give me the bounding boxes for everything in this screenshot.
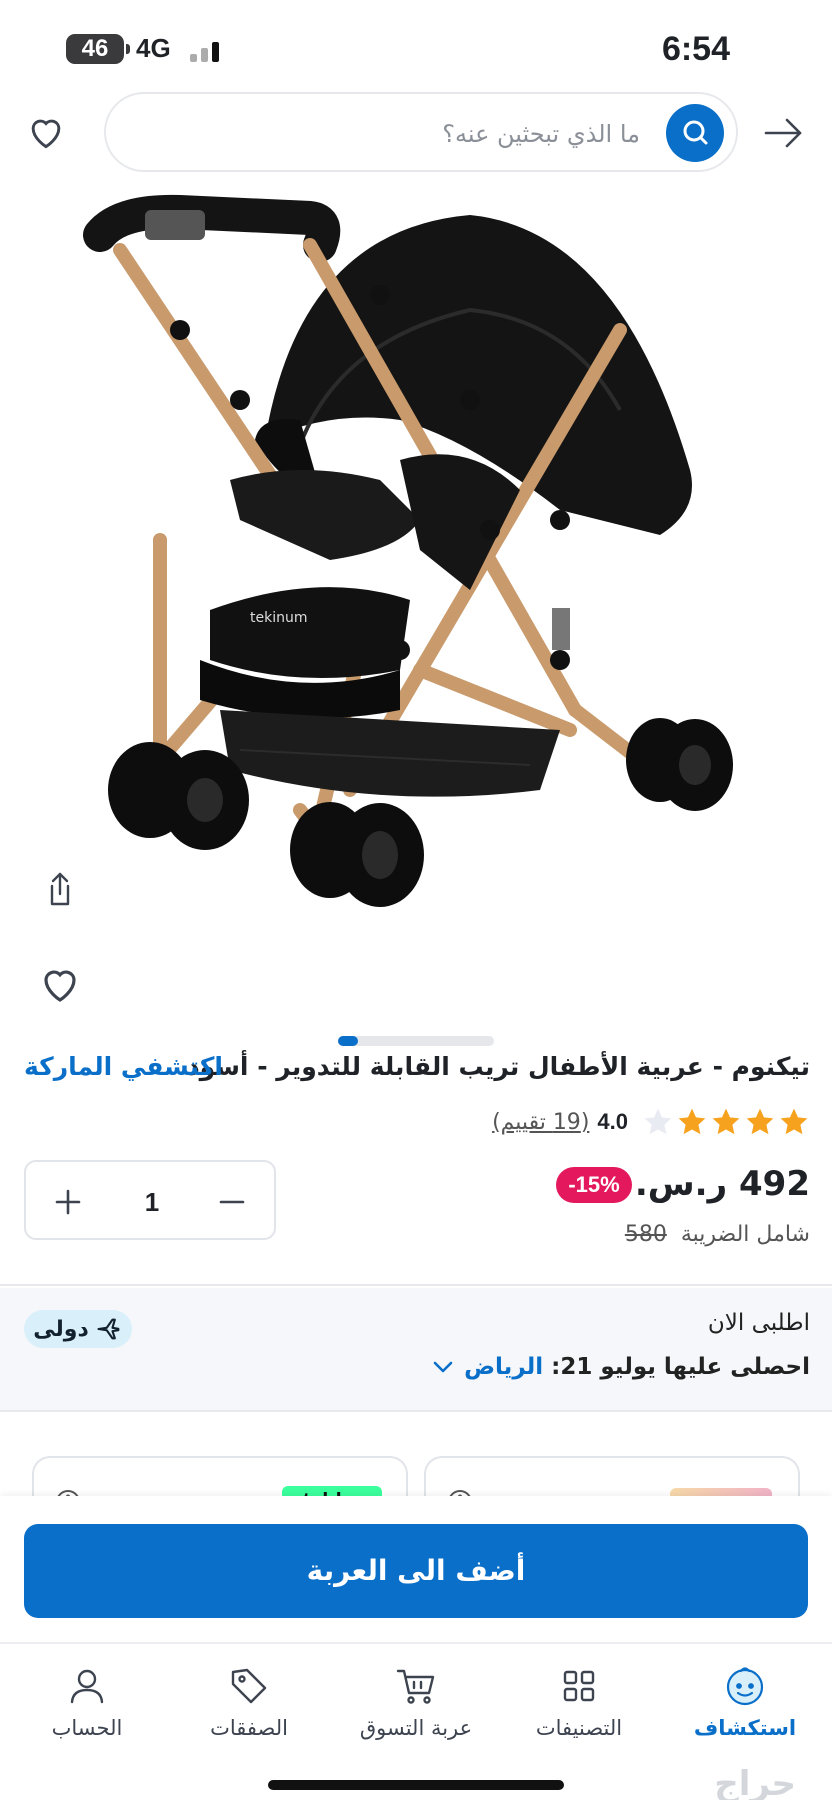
clock: 6:54 bbox=[661, 30, 730, 68]
home-indicator bbox=[268, 1780, 564, 1790]
nav-item-cart[interactable]: عربة التسوق bbox=[333, 1654, 499, 1754]
star-filled-icon bbox=[780, 1108, 808, 1135]
divider bbox=[0, 1284, 832, 1286]
search-bar bbox=[104, 92, 738, 172]
discount-badge: -15% bbox=[556, 1167, 632, 1203]
heart-icon[interactable] bbox=[36, 960, 84, 1008]
rating-value: 4.0 bbox=[597, 1109, 628, 1134]
carousel-indicator bbox=[338, 1036, 494, 1046]
nav-item-categories[interactable]: التصنيفات bbox=[496, 1654, 662, 1754]
share-icon[interactable] bbox=[36, 866, 84, 914]
nav-label-cart: عربة التسوق bbox=[359, 1716, 473, 1740]
discover-brand-link[interactable]: اكتشفي الماركة bbox=[24, 1052, 223, 1081]
explore-face-icon bbox=[726, 1667, 764, 1706]
minus-icon[interactable] bbox=[210, 1180, 254, 1224]
user-icon bbox=[70, 1669, 104, 1704]
old-price-row: شامل الضريبة 580 bbox=[625, 1222, 810, 1247]
stroller-brand-mark: tekinum bbox=[250, 610, 307, 626]
delivery-city[interactable]: الرياض bbox=[464, 1354, 543, 1380]
haraj-watermark: حراج bbox=[714, 1764, 796, 1800]
tag-icon bbox=[231, 1668, 267, 1704]
star-filled-icon bbox=[678, 1108, 706, 1135]
divider bbox=[0, 1410, 832, 1412]
search-button[interactable] bbox=[666, 104, 724, 162]
cart-icon bbox=[396, 1669, 435, 1704]
rating-row[interactable]: 4.0 (19 تقييم) bbox=[492, 1104, 810, 1140]
airplane-icon bbox=[97, 1318, 120, 1340]
delivery-estimate[interactable]: احصلى عليها يوليو 21: الرياض bbox=[430, 1354, 810, 1380]
nav-label-deals: الصفقات bbox=[210, 1716, 288, 1740]
quantity-stepper: 1 bbox=[24, 1160, 276, 1240]
international-badge: دولى bbox=[24, 1310, 132, 1348]
price: 492 ر.س. bbox=[634, 1164, 810, 1204]
battery-indicator: 46 bbox=[66, 34, 130, 64]
tax-note: شامل الضريبة bbox=[680, 1222, 810, 1247]
nav-label-explore: استكشاف bbox=[693, 1716, 797, 1740]
order-now-text: اطلبى الان bbox=[707, 1310, 810, 1336]
nav-item-deals[interactable]: الصفقات bbox=[166, 1654, 332, 1754]
rating-count[interactable]: (19 تقييم) bbox=[492, 1110, 589, 1135]
back-arrow-icon[interactable] bbox=[760, 110, 806, 156]
grid-icon bbox=[563, 1670, 595, 1702]
network-type: 4G bbox=[136, 33, 171, 63]
stroller-image: tekinum bbox=[83, 194, 733, 907]
search-icon bbox=[683, 120, 708, 145]
nav-item-account[interactable]: الحساب bbox=[4, 1654, 170, 1754]
chevron-down-icon[interactable] bbox=[430, 1354, 456, 1380]
product-title: تيكنوم - عربية الأطفال تريب القابلة للتد… bbox=[186, 1052, 810, 1081]
signal-icon bbox=[190, 36, 240, 62]
heart-icon[interactable] bbox=[24, 110, 68, 154]
star-empty-icon bbox=[644, 1108, 672, 1135]
delivery-date: احصلى عليها يوليو 21: bbox=[551, 1354, 810, 1380]
nav-label-categories: التصنيفات bbox=[535, 1716, 623, 1740]
plus-icon[interactable] bbox=[46, 1180, 90, 1224]
nav-label-account: الحساب bbox=[51, 1716, 123, 1740]
delivery-section: اطلبى الان احصلى عليها يوليو 21: الرياض … bbox=[0, 1288, 832, 1410]
product-image-carousel[interactable]: tekinum bbox=[0, 190, 832, 1020]
status-bar: 46 4G 6:54 bbox=[0, 0, 832, 90]
add-to-cart-bar: أضف الى العربة bbox=[0, 1496, 832, 1642]
carousel-indicator-active bbox=[338, 1036, 358, 1046]
add-to-cart-button[interactable]: أضف الى العربة bbox=[24, 1524, 808, 1618]
old-price: 580 bbox=[624, 1222, 667, 1247]
bottom-nav: استكشاف التصنيفات عربة التسوق الصفقات ال… bbox=[0, 1642, 832, 1800]
search-row bbox=[0, 92, 832, 172]
star-filled-icon bbox=[712, 1108, 740, 1135]
nav-item-explore[interactable]: استكشاف bbox=[662, 1654, 828, 1754]
international-badge-label: دولى bbox=[33, 1316, 89, 1342]
search-input[interactable] bbox=[240, 112, 640, 156]
star-filled-icon bbox=[746, 1108, 774, 1135]
rating-stars bbox=[642, 1106, 810, 1138]
quantity-value: 1 bbox=[144, 1187, 160, 1217]
